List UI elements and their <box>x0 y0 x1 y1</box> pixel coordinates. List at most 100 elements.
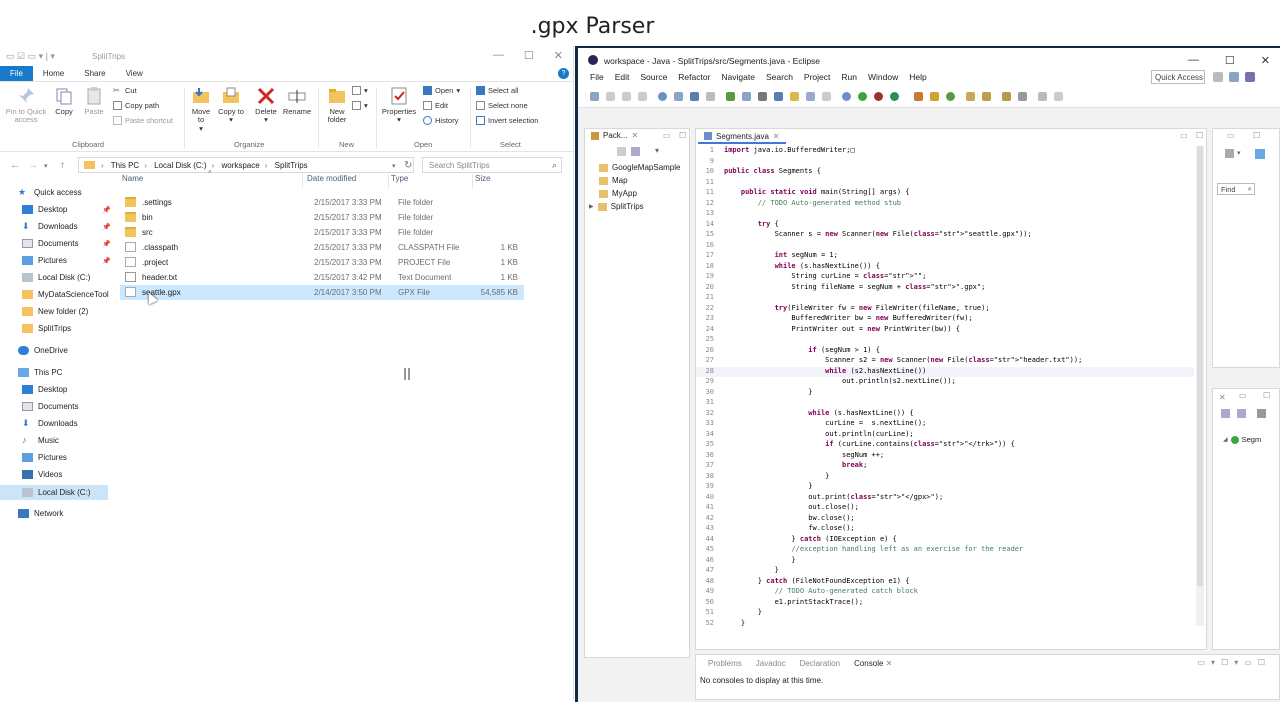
code-line[interactable]: 28 while (s2.hasNextLine()) <box>696 366 1194 377</box>
close-icon[interactable]: ✕ <box>773 132 780 141</box>
edit-button[interactable]: Edit <box>423 101 448 110</box>
refresh-icon[interactable]: ↻ <box>404 160 412 171</box>
breadcrumb-local-disk[interactable]: Local Disk (C:) <box>154 161 206 170</box>
code-line[interactable]: 11 <box>696 178 1194 189</box>
nav-local-disk-quick[interactable]: Local Disk (C:) <box>22 273 90 282</box>
save-icon[interactable] <box>606 92 615 101</box>
code-line[interactable]: 46 } <box>696 556 1194 567</box>
tab-declaration[interactable]: Declaration <box>800 659 840 668</box>
new-folder-button[interactable]: New folder <box>322 86 352 125</box>
code-line[interactable]: 18 while (s.hasNextLine()) { <box>696 262 1194 273</box>
code-line[interactable]: 38 } <box>696 472 1194 483</box>
menu-navigate[interactable]: Navigate <box>721 72 755 86</box>
properties-button[interactable]: Properties ▾ <box>380 86 418 125</box>
code-line[interactable]: 9 <box>696 157 1194 168</box>
menu-edit[interactable]: Edit <box>615 72 630 86</box>
next-annotation-icon[interactable] <box>982 92 991 101</box>
quick-access-input[interactable]: Quick Access <box>1151 70 1205 84</box>
code-line[interactable]: 41 out.close(); <box>696 503 1194 514</box>
paste-shortcut-button[interactable]: Paste shortcut <box>113 116 173 125</box>
quick-access-toolbar-icon[interactable]: ▭ ☑ ▭ ▾ | ▾ <box>6 51 55 62</box>
find-input[interactable]: Find ⌕ <box>1217 183 1255 195</box>
file-row[interactable]: src 2/15/2017 3:33 PM File folder <box>120 225 524 240</box>
close-icon[interactable]: ✕ <box>631 131 638 140</box>
nav-music-pc[interactable]: ♪ Music <box>22 436 59 446</box>
easy-access-button[interactable]: ▾ <box>352 101 368 110</box>
code-line[interactable]: 34 out.println(curLine); <box>696 430 1194 441</box>
forward-icon[interactable] <box>1054 92 1063 101</box>
code-line[interactable]: 50 e1.printStackTrace(); <box>696 598 1194 609</box>
skip-breakpoints-icon[interactable] <box>690 92 699 101</box>
maximize-icon[interactable]: ☐ <box>1225 54 1235 67</box>
breadcrumb-this-pc[interactable]: This PC <box>111 161 139 170</box>
new-item-button[interactable]: ▾ <box>352 86 368 95</box>
code-line[interactable]: 11 public static void main(String[] args… <box>696 188 1194 199</box>
expand-arrow-icon[interactable]: ▶ <box>589 203 594 210</box>
code-line[interactable]: 10 public class Segments { <box>696 167 1194 178</box>
nav-local-disk-pc[interactable]: Local Disk (C:) <box>0 485 108 500</box>
code-editor[interactable]: Segments.java ✕ ▭ ☐ 1 import java.io.Buff… <box>695 128 1207 650</box>
mark-occurrences-icon[interactable] <box>790 92 799 101</box>
code-line[interactable]: 27 Scanner s2 = new Scanner(new File(cla… <box>696 356 1194 367</box>
menu-project[interactable]: Project <box>804 72 830 86</box>
close-icon[interactable]: ✕ <box>1219 393 1226 402</box>
up-arrow-icon[interactable]: ↑ <box>60 160 65 171</box>
code-line[interactable]: 13 <box>696 209 1194 220</box>
code-line[interactable]: 25 <box>696 335 1194 346</box>
nav-quick-access[interactable]: ★ Quick access <box>18 188 82 198</box>
package-explorer-tab[interactable]: Pack... ✕ <box>591 131 638 140</box>
debug-run-icon[interactable] <box>842 92 851 101</box>
address-bar[interactable]: › This PC › Local Disk (C:) › workspace › S… <box>78 157 414 173</box>
code-line[interactable]: 36 segNum ++; <box>696 451 1194 462</box>
code-line[interactable]: 19 String curLine = class="str">""; <box>696 272 1194 283</box>
view-menu-icon[interactable]: ▾ <box>1237 149 1241 157</box>
run-icon[interactable] <box>858 92 867 101</box>
debug-icon[interactable] <box>658 92 667 101</box>
code-line[interactable]: 22 try(FileWriter fw = new FileWriter(fi… <box>696 304 1194 315</box>
terminate-icon[interactable] <box>706 92 715 101</box>
code-line[interactable]: 15 Scanner s = new Scanner(new File(clas… <box>696 230 1194 241</box>
menu-file[interactable]: File <box>590 72 604 86</box>
link-editor-icon[interactable] <box>631 147 640 156</box>
help-icon[interactable]: ? <box>558 68 569 79</box>
nav-onedrive[interactable]: OneDrive <box>18 346 68 355</box>
back-icon[interactable] <box>1038 92 1047 101</box>
project-splittrips[interactable]: ▶ SplitTrips <box>589 202 644 211</box>
select-none-button[interactable]: Select none <box>476 101 528 110</box>
run-server-icon[interactable] <box>726 92 735 101</box>
code-line[interactable]: 35 if (curLine.contains(class="str">"</t… <box>696 440 1194 451</box>
nav-documents-quick[interactable]: Documents 📌 <box>22 239 112 248</box>
menu-window[interactable]: Window <box>868 72 898 86</box>
nav-mydatasciencetool[interactable]: MyDataScienceTool <box>22 290 109 299</box>
last-edit-icon[interactable] <box>1018 92 1027 101</box>
new-java-project-icon[interactable] <box>914 92 923 101</box>
save-all-icon[interactable] <box>622 92 631 101</box>
java-perspective-icon[interactable] <box>1245 72 1255 82</box>
show-whitespace-icon[interactable] <box>806 92 815 101</box>
menu-search[interactable]: Search <box>766 72 793 86</box>
code-area[interactable]: 1 import java.io.BufferedWriter;□ 9 10 publi… <box>696 146 1194 646</box>
tab-problems[interactable]: Problems <box>708 659 742 668</box>
code-line[interactable]: 24 PrintWriter out = new PrintWriter(bw)… <box>696 325 1194 336</box>
maximize-view-icon[interactable]: ☐ <box>1263 391 1270 400</box>
code-line[interactable]: 40 out.print(class="str">"</gpx>"); <box>696 493 1194 504</box>
open-perspective-icon[interactable] <box>1213 72 1223 82</box>
code-line[interactable]: 49 // TODO Auto-generated catch block <box>696 587 1194 598</box>
new-package-icon[interactable] <box>930 92 939 101</box>
file-row[interactable]: .settings 2/15/2017 3:33 PM File folder <box>120 195 524 210</box>
code-line[interactable]: 29 out.println(s2.nextLine()); <box>696 377 1194 388</box>
code-line[interactable]: 47 } <box>696 566 1194 577</box>
file-row[interactable]: .project 2/15/2017 3:33 PM PROJECT File … <box>120 255 524 270</box>
expand-arrow-icon[interactable]: ◢ <box>1223 436 1228 443</box>
nav-downloads-quick[interactable]: ⬇ Downloads 📌 <box>22 222 112 232</box>
file-row[interactable]: bin 2/15/2017 3:33 PM File folder <box>120 210 524 225</box>
code-line[interactable]: 31 <box>696 398 1194 409</box>
nav-pictures-pc[interactable]: Pictures <box>22 453 67 462</box>
history-button[interactable]: History <box>423 116 458 125</box>
tab-home[interactable]: Home <box>33 66 74 81</box>
code-line[interactable]: 1 import java.io.BufferedWriter;□ <box>696 146 1194 157</box>
tab-file[interactable]: File <box>0 66 33 81</box>
close-icon[interactable]: ✕ <box>1261 54 1270 67</box>
external-tools-icon[interactable] <box>874 92 883 101</box>
copy-to-button[interactable]: Copy to ▾ <box>218 86 244 125</box>
